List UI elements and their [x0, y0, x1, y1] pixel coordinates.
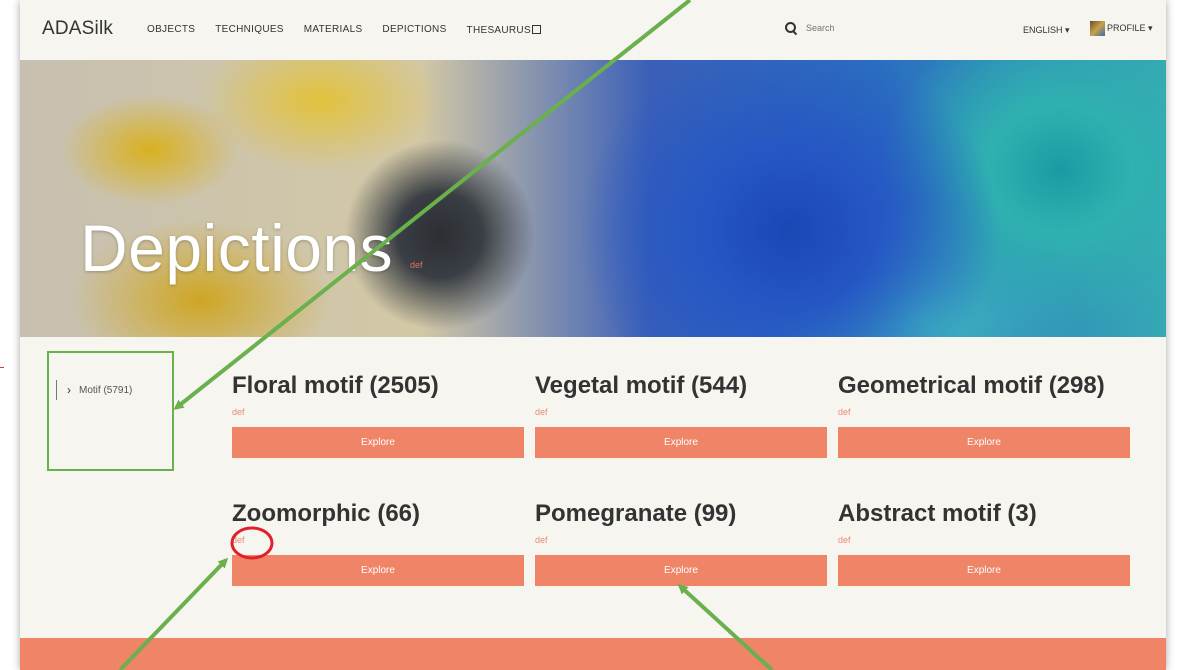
card-definition: def: [535, 407, 548, 417]
chevron-right-icon: ›: [67, 383, 71, 397]
page-title: Depictions: [80, 211, 394, 285]
search-icon[interactable]: [785, 22, 797, 34]
card-title: Vegetal motif (544): [535, 372, 748, 399]
explore-button[interactable]: Explore: [838, 555, 1130, 586]
category-card-pomegranate: Pomegranate (99) def Explore: [535, 500, 827, 586]
explore-button[interactable]: Explore: [535, 555, 827, 586]
category-card-zoomorphic: Zoomorphic (66) def Explore: [232, 500, 524, 586]
annotation-red-tick: [0, 367, 4, 368]
sidebar-item-motif[interactable]: › Motif (5791): [56, 380, 132, 400]
nav-techniques[interactable]: TECHNIQUES: [215, 24, 284, 36]
nav-materials[interactable]: MATERIALS: [304, 24, 363, 36]
nav-objects[interactable]: OBJECTS: [147, 24, 195, 36]
card-definition: def: [232, 535, 245, 545]
search-bar: [785, 22, 926, 34]
card-title: Geometrical motif (298): [838, 372, 1105, 399]
card-title: Pomegranate (99): [535, 500, 737, 527]
category-card-geometrical: Geometrical motif (298) def Explore: [838, 372, 1130, 458]
card-title: Zoomorphic (66): [232, 500, 421, 527]
hero-def-mark: def: [410, 260, 423, 270]
profile-label: PROFILE ▾: [1107, 23, 1153, 33]
nav-thesaurus[interactable]: THESAURUS: [467, 24, 541, 36]
category-card-abstract: Abstract motif (3) def Explore: [838, 500, 1130, 586]
category-card-floral: Floral motif (2505) def Explore: [232, 372, 524, 458]
category-card-vegetal: Vegetal motif (544) def Explore: [535, 372, 827, 458]
profile-menu[interactable]: PROFILE ▾: [1090, 21, 1153, 36]
card-definition: def: [838, 535, 851, 545]
explore-button[interactable]: Explore: [232, 427, 524, 458]
card-definition: def: [838, 407, 851, 417]
avatar: [1090, 21, 1105, 36]
nav-links: OBJECTS TECHNIQUES MATERIALS DEPICTIONS …: [147, 24, 541, 36]
footer-band: [20, 638, 1166, 670]
external-link-icon: [531, 25, 541, 34]
card-title: Floral motif (2505): [232, 372, 439, 399]
top-navbar: ADASilk OBJECTS TECHNIQUES MATERIALS DEP…: [20, 0, 1166, 60]
app-window: ADASilk OBJECTS TECHNIQUES MATERIALS DEP…: [20, 0, 1166, 670]
language-dropdown[interactable]: ENGLISH ▾: [1023, 25, 1070, 36]
brand-logo[interactable]: ADASilk: [42, 18, 113, 40]
card-title: Abstract motif (3): [838, 500, 1037, 527]
explore-button[interactable]: Explore: [232, 555, 524, 586]
explore-button[interactable]: Explore: [535, 427, 827, 458]
nav-thesaurus-label: THESAURUS: [466, 25, 531, 36]
sidebar-item-label: Motif (5791): [79, 384, 133, 396]
hero-banner: Depictions def: [20, 60, 1166, 337]
search-input[interactable]: [806, 23, 926, 33]
card-definition: def: [535, 535, 548, 545]
explore-button[interactable]: Explore: [838, 427, 1130, 458]
card-definition: def: [232, 407, 245, 417]
nav-depictions[interactable]: DEPICTIONS: [382, 24, 446, 36]
